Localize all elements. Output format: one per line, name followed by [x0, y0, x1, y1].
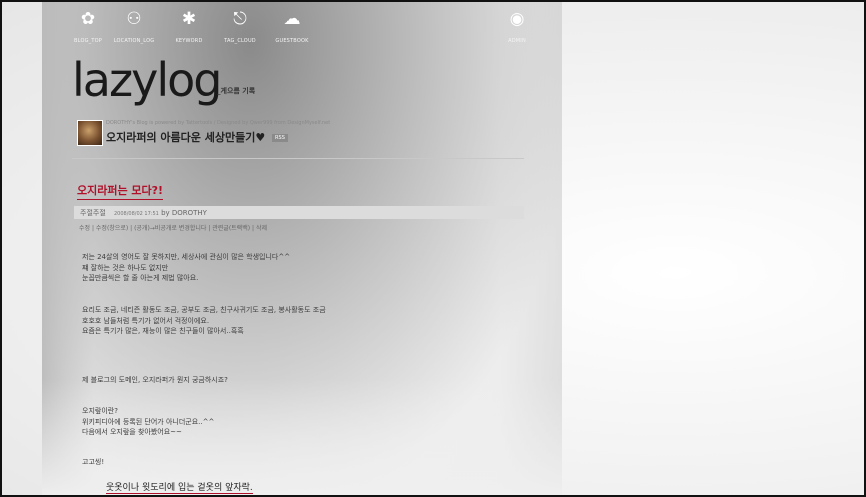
post-meta: 주절주절 2008/08/02 17:51 by DOROTHY	[80, 208, 207, 218]
bicycle-icon: ⚇	[126, 9, 142, 29]
post-line: 호호호 남들처럼 특기가 없어서 걱정이에요.	[82, 316, 210, 325]
nav-guestbook-label: GUESTBOOK	[275, 38, 309, 44]
blog-logo[interactable]: lazylog	[72, 50, 222, 110]
nav-guestbook[interactable]: ☁ GUESTBOOK	[266, 8, 318, 44]
visibility-toggle-link[interactable]: (공개)→비공개로 변경합니다	[134, 225, 206, 232]
blog-tagline: 오지라퍼의 아름다운 세상만들기♥ RSS	[106, 129, 288, 145]
nav-admin-label: ADMIN	[508, 38, 526, 44]
post-category[interactable]: 주절주절	[80, 209, 106, 217]
nav-blog-top[interactable]: ✿ BLOG_TOP	[62, 8, 114, 44]
nav-keyword-label: KEYWORD	[175, 38, 203, 44]
delete-link[interactable]: 삭제	[256, 225, 267, 232]
speech-bubble-icon: ☁	[283, 9, 301, 29]
post-line: 제 블로그의 도메인, 오지라퍼가 뭔지 궁금하시죠?	[82, 376, 228, 384]
post-line: 오지랖이란?	[82, 407, 118, 415]
avatar	[77, 120, 103, 146]
post-line: 요즘은 특기가 많은, 재능이 많은 친구들이 많아서..흑흑	[82, 327, 244, 335]
top-navigation: ✿ BLOG_TOP ⚇ LOCATION_LOG ✱ KEYWORD ⎋ TA…	[62, 8, 542, 50]
browser-viewport: ✿ BLOG_TOP ⚇ LOCATION_LOG ✱ KEYWORD ⎋ TA…	[0, 0, 866, 497]
nav-tag-cloud-label: TAG_CLOUD	[224, 38, 256, 44]
post-line: 저는 24살의 영어도 잘 못하지만, 세상사에 관심이 많은 학생입니다^^	[82, 253, 291, 261]
post-date: 2008/08/02 17:51	[114, 211, 159, 217]
post-author: by DOROTHY	[161, 209, 207, 217]
nav-location-log-label: LOCATION_LOG	[113, 38, 155, 44]
rss-button[interactable]: RSS	[272, 134, 288, 142]
post-line: 요리도 조금, 네티즌 활동도 조금, 공부도 조금, 친구사귀기도 조금, 봉…	[82, 306, 326, 314]
edit-link[interactable]: 수정	[79, 225, 90, 232]
nav-admin[interactable]: ◉ ADMIN	[491, 8, 543, 44]
header-divider	[72, 158, 524, 159]
admin-icon: ◉	[509, 9, 525, 29]
post-line: 고고씽!	[82, 458, 105, 466]
post-quote: 웃옷이나 윗도리에 입는 겉옷의 앞자락.	[106, 480, 253, 494]
post-paragraph: 고고씽!	[82, 457, 522, 468]
nav-blog-top-label: BLOG_TOP	[74, 38, 102, 44]
post-line: 쨰 잘하는 것은 하나도 없지만	[82, 263, 169, 272]
post-paragraph: 오지랖이란? 위키피디아에 등록된 단어가 아니더군요..^^ 다음에서 오지랖…	[82, 406, 522, 438]
nav-tag-cloud[interactable]: ⎋ TAG_CLOUD	[214, 8, 266, 44]
post-title[interactable]: 오지라퍼는 모다?!	[77, 182, 164, 200]
snowflake-icon: ✱	[181, 9, 197, 29]
post-line: 다음에서 오지랖을 찾아봤어요~~	[82, 428, 182, 436]
nav-keyword[interactable]: ✱ KEYWORD	[163, 8, 215, 44]
blog-credit: DOROTHY's Blog is powered by Tattertools…	[106, 120, 331, 126]
blog-logo-subtitle: _게으름 기록	[217, 87, 256, 95]
post-paragraph: 요리도 조금, 네티즌 활동도 조금, 공부도 조금, 친구사귀기도 조금, 봉…	[82, 305, 522, 337]
post-line: 눈꼽만큼씩은 할 줄 아는게 제법 많아요.	[82, 274, 199, 282]
paperclip-icon: ⎋	[233, 9, 247, 29]
maple-leaf-icon: ✿	[80, 9, 96, 29]
post-actions: 수정 | 수정(창으로) | (공개)→비공개로 변경합니다 | 관련글(트랙백…	[79, 223, 267, 232]
post-line: 위키피디아에 등록된 단어가 아니더군요..^^	[82, 417, 215, 426]
nav-location-log[interactable]: ⚇ LOCATION_LOG	[108, 8, 160, 44]
edit-window-link[interactable]: 수정(창으로)	[96, 225, 128, 232]
tagline-text: 오지라퍼의 아름다운 세상만들기♥	[106, 131, 266, 144]
post-paragraph: 제 블로그의 도메인, 오지라퍼가 뭔지 궁금하시죠?	[82, 375, 522, 386]
post-paragraph: 저는 24살의 영어도 잘 못하지만, 세상사에 관심이 많은 학생입니다^^ …	[82, 252, 522, 284]
related-trackback-link[interactable]: 관련글(트랙백)	[212, 225, 250, 232]
